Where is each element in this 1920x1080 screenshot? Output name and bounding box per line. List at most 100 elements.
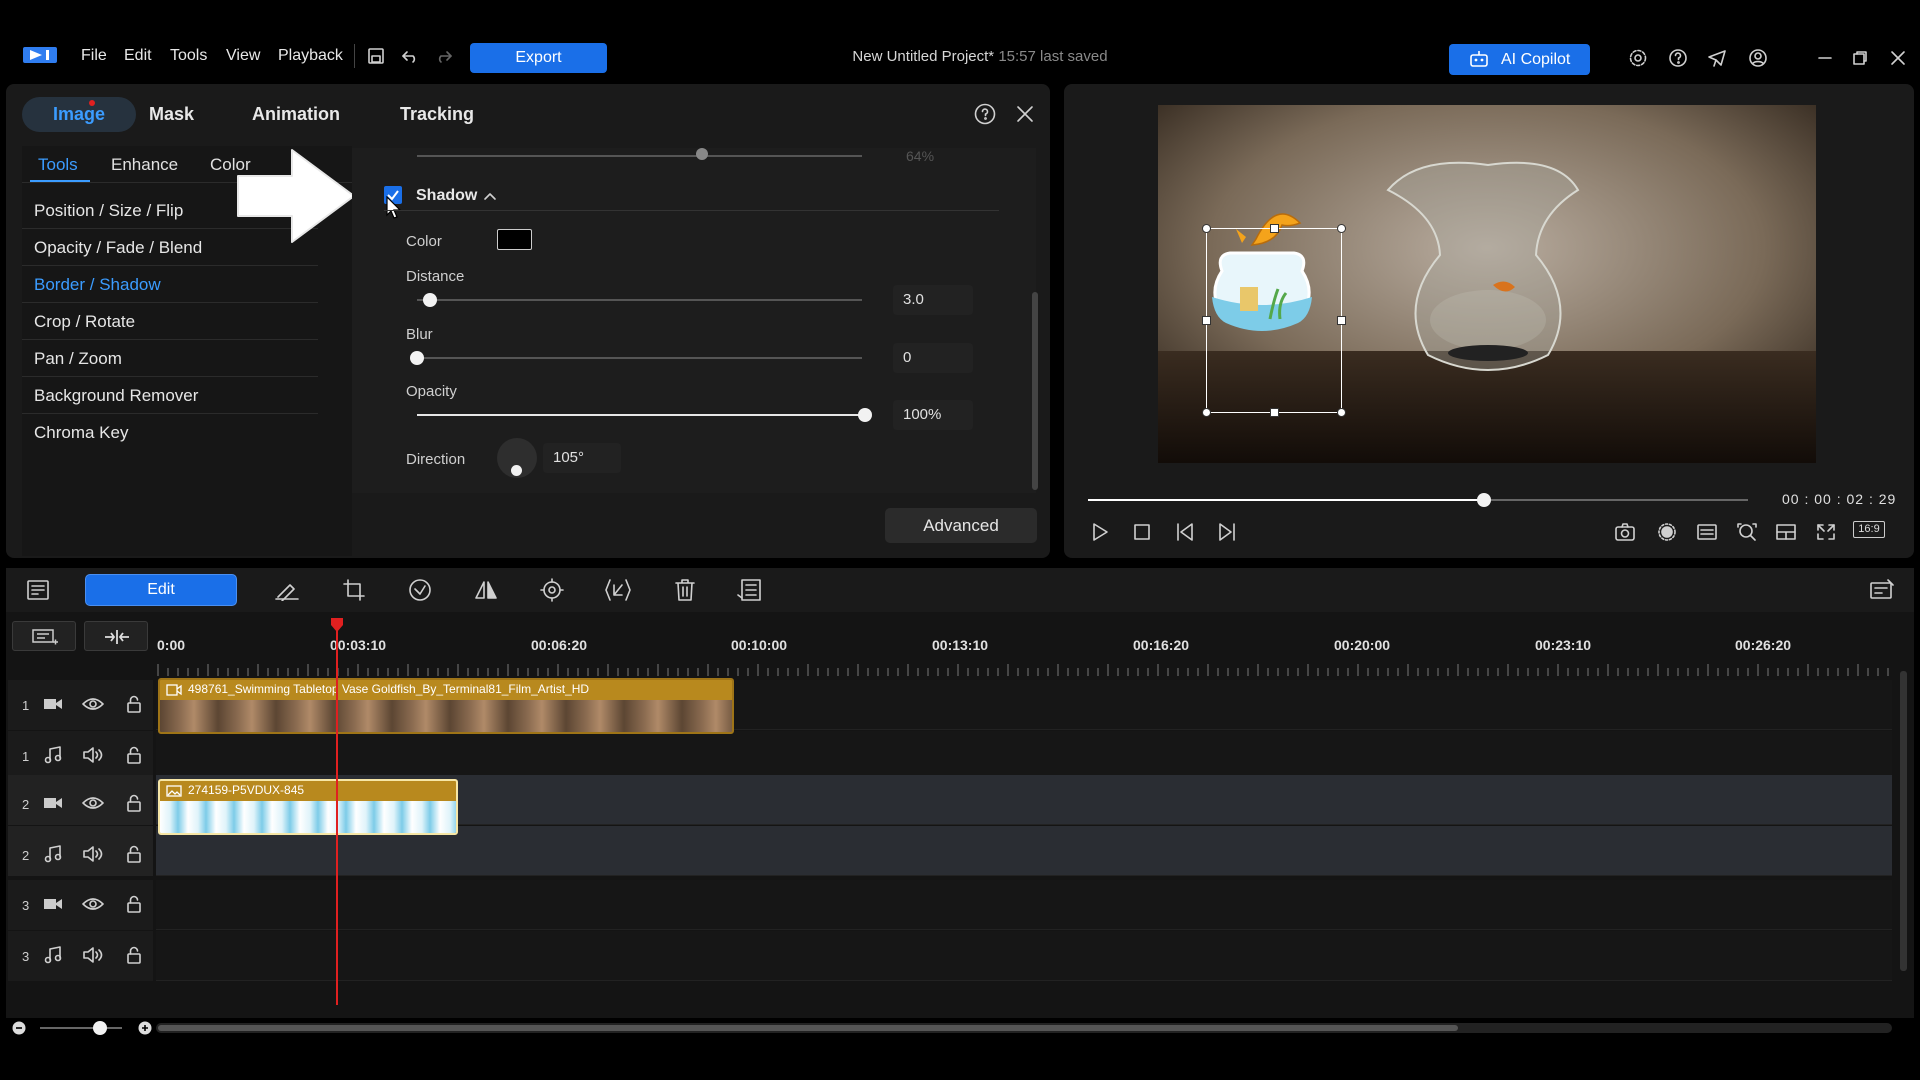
lock-icon[interactable] xyxy=(126,746,142,764)
blur-slider-knob[interactable] xyxy=(410,351,424,365)
opacity-slider-knob[interactable] xyxy=(858,408,872,422)
lock-icon[interactable] xyxy=(126,794,142,812)
resize-handle[interactable] xyxy=(1270,408,1279,417)
tab-animation[interactable]: Animation xyxy=(252,104,340,125)
zoom-slider-track[interactable] xyxy=(40,1027,122,1029)
resize-handle[interactable] xyxy=(1337,316,1346,325)
crop-icon[interactable] xyxy=(342,578,366,602)
timeline-horizontal-scrollbar[interactable] xyxy=(156,1023,1892,1033)
preview-quality-icon[interactable] xyxy=(1656,522,1678,542)
resize-handle[interactable] xyxy=(1202,316,1211,325)
snapshot-camera-icon[interactable] xyxy=(1614,522,1636,542)
save-icon[interactable] xyxy=(367,47,385,65)
ai-copilot-button[interactable]: AI Copilot xyxy=(1449,44,1590,75)
flip-icon[interactable] xyxy=(473,578,499,602)
lock-icon[interactable] xyxy=(126,695,142,713)
pen-tool-icon[interactable] xyxy=(274,579,300,601)
tool-border-shadow[interactable]: Border / Shadow xyxy=(22,266,318,303)
tools-menu-icon[interactable] xyxy=(736,578,762,602)
fullscreen-icon[interactable] xyxy=(1815,522,1837,542)
tab-image[interactable]: Image xyxy=(22,97,136,132)
settings-gear-icon[interactable] xyxy=(1628,48,1648,68)
audio-ducking-icon[interactable] xyxy=(603,577,633,603)
timeline-settings-icon[interactable] xyxy=(1868,578,1896,602)
tab-mask[interactable]: Mask xyxy=(149,104,194,125)
distance-input[interactable]: 3.0 xyxy=(893,285,973,315)
tool-crop-rotate[interactable]: Crop / Rotate xyxy=(22,303,318,340)
speaker-icon[interactable] xyxy=(82,846,104,862)
track-lane-audio-3[interactable] xyxy=(156,931,1892,981)
video-clip[interactable]: 498761_Swimming Tabletop Vase Goldfish_B… xyxy=(158,678,734,734)
visibility-eye-icon[interactable] xyxy=(82,696,104,712)
close-window-icon[interactable] xyxy=(1890,50,1906,66)
visibility-eye-icon[interactable] xyxy=(82,896,104,912)
tool-background-remover[interactable]: Background Remover xyxy=(22,377,318,414)
redo-icon[interactable] xyxy=(435,47,453,65)
direction-dial[interactable] xyxy=(497,438,537,478)
menu-edit[interactable]: Edit xyxy=(124,47,152,65)
speaker-icon[interactable] xyxy=(82,947,104,963)
blur-input[interactable]: 0 xyxy=(893,343,973,373)
menu-view[interactable]: View xyxy=(226,47,260,65)
subtab-tools[interactable]: Tools xyxy=(38,155,78,175)
stop-icon[interactable] xyxy=(1132,522,1152,542)
panel-help-icon[interactable] xyxy=(974,103,996,125)
lock-icon[interactable] xyxy=(126,845,142,863)
advanced-button[interactable]: Advanced xyxy=(885,508,1037,543)
resize-handle[interactable] xyxy=(1337,408,1346,417)
account-icon[interactable] xyxy=(1748,48,1768,68)
resize-handle[interactable] xyxy=(1202,224,1211,233)
image-clip[interactable]: 274159-P5VDUX-845 xyxy=(158,779,458,835)
edit-button[interactable]: Edit xyxy=(85,574,237,606)
speaker-icon[interactable] xyxy=(82,747,104,763)
previous-frame-icon[interactable] xyxy=(1175,522,1197,542)
resize-handle[interactable] xyxy=(1270,224,1279,233)
undo-icon[interactable] xyxy=(401,47,419,65)
play-icon[interactable] xyxy=(1090,522,1110,542)
export-button[interactable]: Export xyxy=(470,43,607,73)
playback-progress-knob[interactable] xyxy=(1477,493,1491,507)
tool-pan-zoom[interactable]: Pan / Zoom xyxy=(22,340,318,377)
restore-icon[interactable] xyxy=(1852,50,1868,66)
menu-tools[interactable]: Tools xyxy=(170,47,207,65)
zoom-preview-icon[interactable] xyxy=(1736,522,1758,542)
notification-icon[interactable] xyxy=(1707,48,1729,68)
media-room-icon[interactable] xyxy=(26,579,50,601)
lock-icon[interactable] xyxy=(126,895,142,913)
zoom-slider-knob[interactable] xyxy=(93,1021,107,1035)
lock-icon[interactable] xyxy=(126,946,142,964)
speed-icon[interactable] xyxy=(408,578,432,602)
playback-progress-track[interactable] xyxy=(1088,499,1748,501)
next-frame-icon[interactable] xyxy=(1215,522,1237,542)
visibility-eye-icon[interactable] xyxy=(82,795,104,811)
panel-close-icon[interactable] xyxy=(1016,105,1034,123)
track-lane-video-3[interactable] xyxy=(156,880,1892,930)
shadow-color-swatch[interactable] xyxy=(497,229,532,250)
minimize-icon[interactable] xyxy=(1817,50,1833,66)
timeline-vertical-scrollbar[interactable] xyxy=(1900,671,1907,971)
delete-icon[interactable] xyxy=(674,578,696,602)
settings-scrollbar[interactable] xyxy=(1032,292,1038,490)
tool-chroma-key[interactable]: Chroma Key xyxy=(22,414,318,451)
selection-box[interactable] xyxy=(1206,228,1342,413)
help-icon[interactable] xyxy=(1668,48,1688,68)
menu-file[interactable]: File xyxy=(81,47,107,65)
prev-slider-knob[interactable] xyxy=(696,148,708,160)
track-lane-audio-1[interactable] xyxy=(156,731,1892,781)
scrollbar-thumb[interactable] xyxy=(158,1025,1458,1031)
time-ruler[interactable] xyxy=(156,620,1892,676)
direction-input[interactable]: 105° xyxy=(543,443,621,473)
aspect-ratio-button[interactable]: 16:9 xyxy=(1853,521,1885,538)
keyframe-target-icon[interactable] xyxy=(540,578,564,602)
resize-handle[interactable] xyxy=(1337,224,1346,233)
subtab-enhance[interactable]: Enhance xyxy=(111,155,178,175)
layout-icon[interactable] xyxy=(1775,522,1797,542)
subtitle-icon[interactable] xyxy=(1696,522,1718,542)
shadow-header[interactable]: Shadow xyxy=(416,187,477,205)
fit-timeline-button[interactable] xyxy=(84,621,148,651)
opacity-input[interactable]: 100% xyxy=(893,400,973,430)
zoom-in-icon[interactable] xyxy=(138,1021,152,1035)
resize-handle[interactable] xyxy=(1202,408,1211,417)
zoom-out-icon[interactable] xyxy=(12,1021,26,1035)
collapse-chevron-icon[interactable] xyxy=(483,190,497,202)
